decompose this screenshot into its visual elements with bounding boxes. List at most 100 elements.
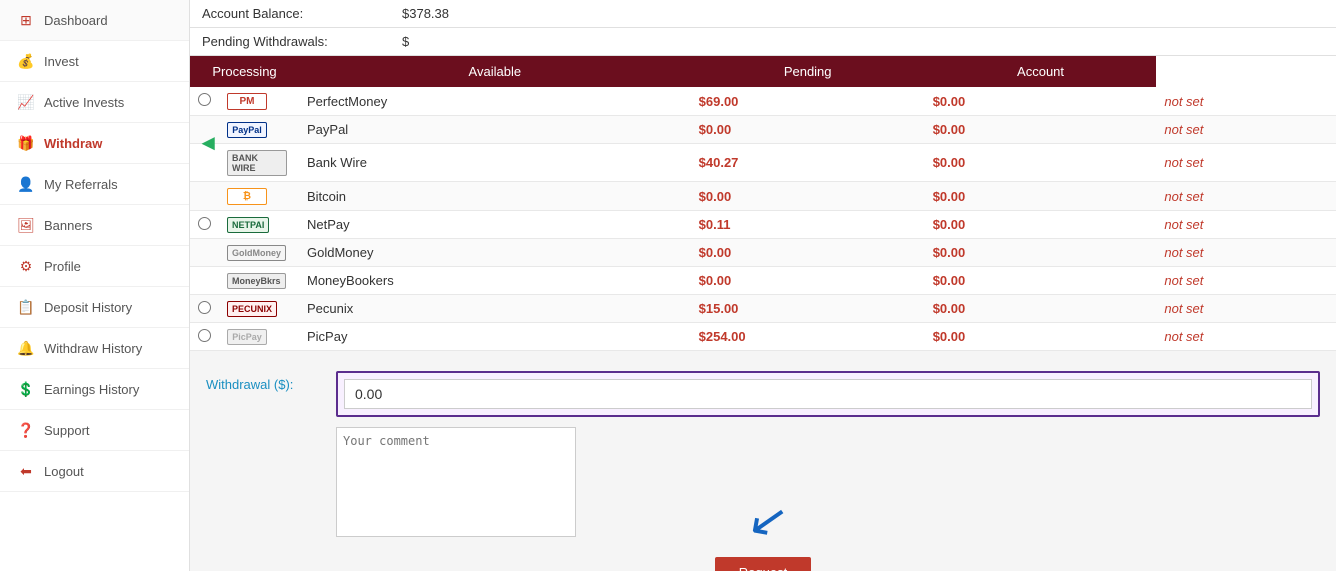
sidebar-item-active-invests[interactable]: 📈 Active Invests (0, 82, 189, 123)
table-row: ₿ Bitcoin $0.00$0.00 not set (190, 182, 1336, 211)
account-cell: not set (1156, 116, 1336, 144)
sidebar-item-label: Support (44, 423, 173, 438)
sidebar-item-profile[interactable]: ⚙ Profile (0, 246, 189, 287)
sidebar-item-withdraw[interactable]: 🎁 Withdraw◄ (0, 123, 189, 164)
payment-name-cell: PayPal (299, 116, 691, 144)
account-cell: not set (1156, 211, 1336, 239)
payment-name: PicPay (307, 329, 347, 344)
sidebar: ⊞ Dashboard💰 Invest📈 Active Invests🎁 Wit… (0, 0, 190, 571)
available-amount: $0.00 (925, 144, 1157, 182)
payment-name: Pecunix (307, 301, 353, 316)
account-cell: not set (1156, 295, 1336, 323)
sidebar-item-deposit-history[interactable]: 📋 Deposit History (0, 287, 189, 328)
payment-logo: ₿ (227, 188, 267, 205)
logo-cell: PayPal (219, 116, 299, 144)
available-amount: $0.00 (925, 211, 1157, 239)
account-cell: not set (1156, 144, 1336, 182)
processing-amount: $0.00 (691, 267, 925, 295)
payment-logo: MoneyBkrs (227, 273, 286, 289)
sidebar-item-my-referrals[interactable]: 👤 My Referrals (0, 164, 189, 205)
withdrawal-input[interactable] (344, 379, 1312, 409)
sidebar-item-label: Banners (44, 218, 173, 233)
sidebar-item-logout[interactable]: ⬅ Logout (0, 451, 189, 492)
processing-amount: $0.00 (691, 239, 925, 267)
payment-radio[interactable] (198, 329, 211, 342)
logo-cell: GoldMoney (219, 239, 299, 267)
sidebar-item-withdraw-history[interactable]: 🔔 Withdraw History (0, 328, 189, 369)
processing-amount: $40.27 (691, 144, 925, 182)
payment-name-cell: Bank Wire (299, 144, 691, 182)
account-not-set: not set (1164, 217, 1203, 232)
comment-label (206, 427, 336, 433)
account-cell: not set (1156, 182, 1336, 211)
table-row: PicPayPicPay$254.00$0.00not set (190, 323, 1336, 351)
available-amount: $0.00 (925, 116, 1157, 144)
pending-withdrawals-row: Pending Withdrawals: $ (190, 28, 1336, 56)
col-available: Available (299, 56, 691, 87)
account-not-set: not set (1164, 245, 1203, 260)
table-row: GoldMoneyGoldMoney$0.00$0.00not set (190, 239, 1336, 267)
account-cell: not set (1156, 323, 1336, 351)
payment-name-cell: GoldMoney (299, 239, 691, 267)
processing-amount: $0.00 (691, 116, 925, 144)
table-row: PECUNIXPecunix$15.00$0.00not set (190, 295, 1336, 323)
sidebar-item-label: Withdraw History (44, 341, 173, 356)
processing-amount: $0.00 (691, 182, 925, 211)
sidebar-icon: 💰 (16, 51, 36, 71)
request-button[interactable]: Request (715, 557, 811, 571)
radio-cell (190, 182, 219, 211)
account-not-set: not set (1164, 122, 1203, 137)
radio-cell (190, 295, 219, 323)
logo-cell: BANK WIRE (219, 144, 299, 182)
sidebar-item-earnings-history[interactable]: 💲 Earnings History (0, 369, 189, 410)
pending-label: Pending Withdrawals: (202, 34, 402, 49)
radio-cell (190, 211, 219, 239)
account-cell: not set (1156, 239, 1336, 267)
payment-name: GoldMoney (307, 245, 373, 260)
processing-amount: $15.00 (691, 295, 925, 323)
sidebar-icon: ⬅ (16, 461, 36, 481)
radio-cell (190, 267, 219, 295)
payment-radio[interactable] (198, 93, 211, 106)
payment-radio[interactable] (198, 301, 211, 314)
payment-name: NetPay (307, 217, 350, 232)
sidebar-item-support[interactable]: ❓ Support (0, 410, 189, 451)
comment-textarea[interactable] (336, 427, 576, 537)
withdrawal-input-wrapper (336, 371, 1320, 417)
account-not-set: not set (1164, 189, 1203, 204)
payment-name: PerfectMoney (307, 94, 387, 109)
payment-name-cell: Bitcoin (299, 182, 691, 211)
logo-cell: NETPAI (219, 211, 299, 239)
withdrawal-row: Withdrawal ($): (206, 371, 1320, 417)
table-row: NETPAI NetPay $0.11$0.00 not set (190, 211, 1336, 239)
payment-logo: BANK WIRE (227, 150, 287, 176)
submit-row: ↙ Request (206, 547, 1320, 571)
sidebar-item-label: Logout (44, 464, 173, 479)
sidebar-item-banners[interactable]: 🖼 Banners (0, 205, 189, 246)
available-amount: $0.00 (925, 323, 1157, 351)
payment-name-cell: Pecunix (299, 295, 691, 323)
payment-logo: PM (227, 93, 267, 110)
sidebar-item-label: Profile (44, 259, 173, 274)
sidebar-item-label: Withdraw (44, 136, 173, 151)
radio-cell (190, 239, 219, 267)
sidebar-icon: ❓ (16, 420, 36, 440)
sidebar-icon: 🔔 (16, 338, 36, 358)
sidebar-item-label: Earnings History (44, 382, 173, 397)
payment-name: Bitcoin (307, 189, 346, 204)
available-amount: $0.00 (925, 182, 1157, 211)
sidebar-icon: 💲 (16, 379, 36, 399)
payment-radio[interactable] (198, 217, 211, 230)
logo-cell: MoneyBkrs (219, 267, 299, 295)
sidebar-item-dashboard[interactable]: ⊞ Dashboard (0, 0, 189, 41)
sidebar-icon: 👤 (16, 174, 36, 194)
withdraw-arrow-indicator: ◄ (197, 130, 219, 156)
account-not-set: not set (1164, 329, 1203, 344)
account-cell: not set (1156, 87, 1336, 116)
sidebar-item-label: Active Invests (44, 95, 173, 110)
account-not-set: not set (1164, 155, 1203, 170)
processing-amount: $0.11 (691, 211, 925, 239)
sidebar-item-invest[interactable]: 💰 Invest (0, 41, 189, 82)
sidebar-icon: 🖼 (16, 215, 36, 235)
payment-name: MoneyBookers (307, 273, 394, 288)
